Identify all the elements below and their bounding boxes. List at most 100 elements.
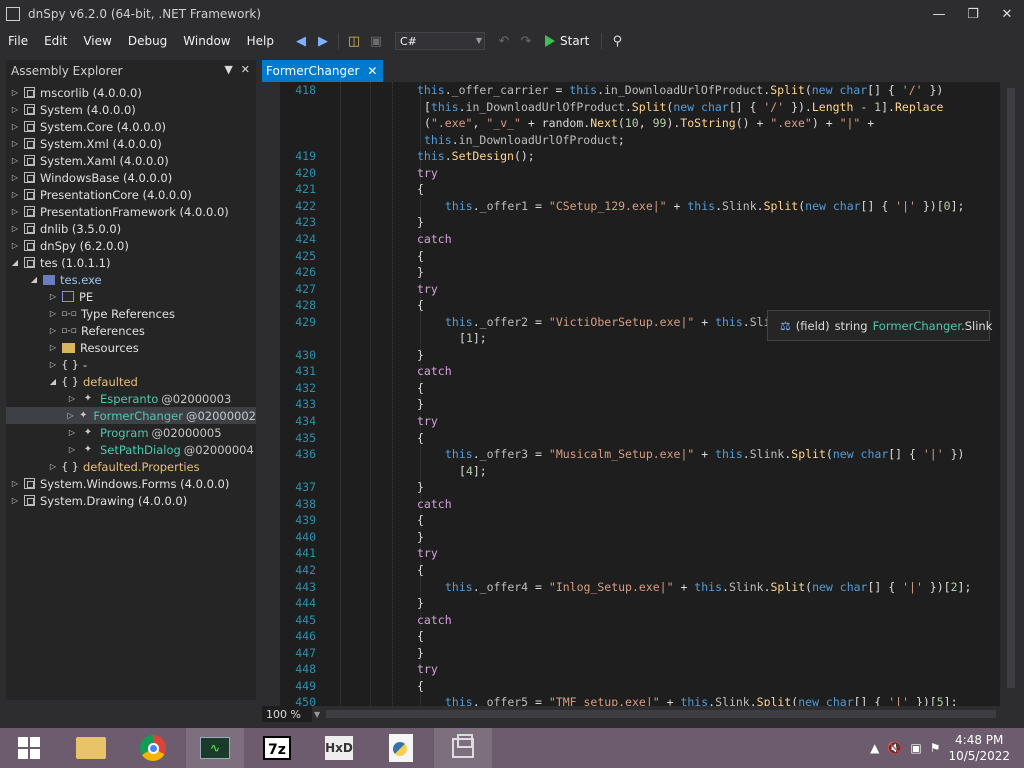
close-button[interactable]: ✕ [990, 0, 1024, 28]
tree-item[interactable]: ▷ System.Xml (4.0.0.0) [6, 135, 256, 152]
tree-item[interactable]: ▷ ▫‑▫ References [6, 322, 256, 339]
menu-help[interactable]: Help [239, 34, 282, 48]
dnspy-taskbar-icon[interactable] [434, 728, 492, 768]
maximize-button[interactable]: ❐ [956, 0, 990, 28]
collapsed-arrow-icon[interactable]: ▷ [10, 88, 20, 97]
horizontal-scrollbar[interactable] [326, 710, 996, 718]
collapsed-arrow-icon[interactable]: ▷ [10, 105, 20, 114]
clock[interactable]: 4:48 PM 10/5/2022 [948, 732, 1010, 764]
start-debug-button[interactable]: Start [539, 34, 595, 48]
code-token: this [424, 132, 452, 147]
tree-item[interactable]: ▷ dnSpy (6.2.0.0) [6, 237, 256, 254]
quickinfo-tooltip: ⚖ (field) string FormerChanger.Slink [767, 310, 992, 341]
tree-item[interactable]: ▷{ } - [6, 356, 256, 373]
menu-window[interactable]: Window [175, 34, 238, 48]
save-icon[interactable]: ▣ [367, 32, 385, 50]
7zip-taskbar-icon[interactable]: 7z [248, 728, 306, 768]
undo-icon[interactable]: ↶ [495, 32, 513, 50]
tree-item[interactable]: ▷ PE [6, 288, 256, 305]
hxd-taskbar-icon[interactable]: HxD [310, 728, 368, 768]
collapsed-arrow-icon[interactable]: ▷ [67, 411, 74, 420]
code-token: this [445, 695, 473, 706]
expanded-arrow-icon[interactable]: ◢ [48, 377, 58, 386]
tree-item[interactable]: ▷ Resources [6, 339, 256, 356]
tree-item[interactable]: ◢ tes (1.0.1.1) [6, 254, 256, 271]
code-token: this [694, 579, 722, 594]
menu-file[interactable]: File [0, 34, 36, 48]
collapsed-arrow-icon[interactable]: ▷ [10, 139, 20, 148]
menu-edit[interactable]: Edit [36, 34, 75, 48]
language-select[interactable]: C# ▼ [395, 32, 485, 50]
navigate-forward-icon[interactable]: ▶ [314, 32, 332, 50]
chevron-down-icon[interactable]: ▼ [314, 710, 320, 719]
panel-menu-icon[interactable]: ▼ [224, 63, 232, 76]
collapsed-arrow-icon[interactable]: ▷ [10, 479, 20, 488]
collapsed-arrow-icon[interactable]: ▷ [48, 360, 58, 369]
menu-view[interactable]: View [75, 34, 119, 48]
code-token: char [832, 198, 861, 213]
collapsed-arrow-icon[interactable]: ▷ [48, 309, 58, 318]
process-monitor-taskbar-icon[interactable]: ∿ [186, 728, 244, 768]
navigate-back-icon[interactable]: ◀ [292, 32, 310, 50]
expanded-arrow-icon[interactable]: ◢ [10, 258, 20, 267]
tree-item[interactable]: ◢{ } defaulted [6, 373, 256, 390]
tree-item[interactable]: ▷{ } defaulted.Properties [6, 458, 256, 475]
zoom-select[interactable]: 100 % [262, 706, 312, 722]
vertical-scrollbar[interactable] [1002, 82, 1020, 706]
tree-item[interactable]: ▷ System.Drawing (4.0.0.0) [6, 492, 256, 509]
tree-item[interactable]: ▷ System.Xaml (4.0.0.0) [6, 152, 256, 169]
tree-item[interactable]: ◢ tes.exe [6, 271, 256, 288]
collapsed-arrow-icon[interactable]: ▷ [10, 496, 20, 505]
tree-item[interactable]: ▷ ✦ SetPathDialog @02000004 [6, 441, 256, 458]
python-file-taskbar-icon[interactable] [372, 728, 430, 768]
tree-item[interactable]: ▷ PresentationFramework (4.0.0.0) [6, 203, 256, 220]
chevron-up-icon[interactable]: ▲ [870, 741, 879, 755]
tree-item[interactable]: ▷ mscorlib (4.0.0.0) [6, 84, 256, 101]
collapsed-arrow-icon[interactable]: ▷ [48, 343, 58, 352]
collapsed-arrow-icon[interactable]: ▷ [10, 241, 20, 250]
tree-item[interactable]: ▷ System.Windows.Forms (4.0.0.0) [6, 475, 256, 492]
tree-item[interactable]: ▷ WindowsBase (4.0.0.0) [6, 169, 256, 186]
code-token: . [597, 83, 604, 97]
tab-close-icon[interactable]: ✕ [367, 64, 377, 78]
collapsed-arrow-icon[interactable]: ▷ [10, 122, 20, 131]
tree-item[interactable]: ▷ ✦ FormerChanger @02000002 [6, 407, 256, 424]
code-token: } [417, 265, 424, 280]
tree-item[interactable]: ▷ System (4.0.0.0) [6, 101, 256, 118]
tree-item[interactable]: ▷ ✦ Esperanto @02000003 [6, 390, 256, 407]
line-number: 437 [295, 480, 316, 495]
network-icon[interactable]: ▣ [910, 741, 921, 755]
tree-item[interactable]: ▷ System.Core (4.0.0.0) [6, 118, 256, 135]
panel-close-icon[interactable]: ✕ [241, 63, 250, 76]
start-menu-button[interactable] [0, 728, 58, 768]
chrome-taskbar-icon[interactable] [124, 728, 182, 768]
volume-muted-icon[interactable]: 🔇 [887, 741, 902, 755]
tab-formerchanger[interactable]: FormerChanger ✕ [262, 60, 384, 82]
tree-item[interactable]: ▷ PresentationCore (4.0.0.0) [6, 186, 256, 203]
open-file-icon[interactable]: ◫ [345, 32, 363, 50]
search-icon[interactable]: ⚲ [608, 32, 626, 50]
collapsed-arrow-icon[interactable]: ▷ [48, 292, 58, 301]
collapsed-arrow-icon[interactable]: ▷ [10, 156, 20, 165]
code-editor[interactable]: 418 this._offer_carrier = this.in_Downloa… [280, 82, 1000, 706]
collapsed-arrow-icon[interactable]: ▷ [10, 173, 20, 182]
collapsed-arrow-icon[interactable]: ▷ [67, 428, 77, 437]
collapsed-arrow-icon[interactable]: ▷ [10, 207, 20, 216]
scrollbar-thumb[interactable] [1007, 88, 1015, 688]
collapsed-arrow-icon[interactable]: ▷ [67, 445, 77, 454]
code-text: } [417, 596, 424, 610]
collapsed-arrow-icon[interactable]: ▷ [48, 326, 58, 335]
file-explorer-taskbar-icon[interactable] [62, 728, 120, 768]
redo-icon[interactable]: ↷ [517, 32, 535, 50]
tree-item[interactable]: ▷ dnlib (3.5.0.0) [6, 220, 256, 237]
tree-item[interactable]: ▷ ▫‑▫ Type References [6, 305, 256, 322]
collapsed-arrow-icon[interactable]: ▷ [67, 394, 77, 403]
action-center-icon[interactable]: ⚑ [930, 741, 941, 755]
collapsed-arrow-icon[interactable]: ▷ [10, 224, 20, 233]
tree-item[interactable]: ▷ ✦ Program @02000005 [6, 424, 256, 441]
minimize-button[interactable]: — [922, 0, 956, 28]
collapsed-arrow-icon[interactable]: ▷ [48, 462, 58, 471]
menu-debug[interactable]: Debug [120, 34, 175, 48]
collapsed-arrow-icon[interactable]: ▷ [10, 190, 20, 199]
expanded-arrow-icon[interactable]: ◢ [29, 275, 39, 284]
